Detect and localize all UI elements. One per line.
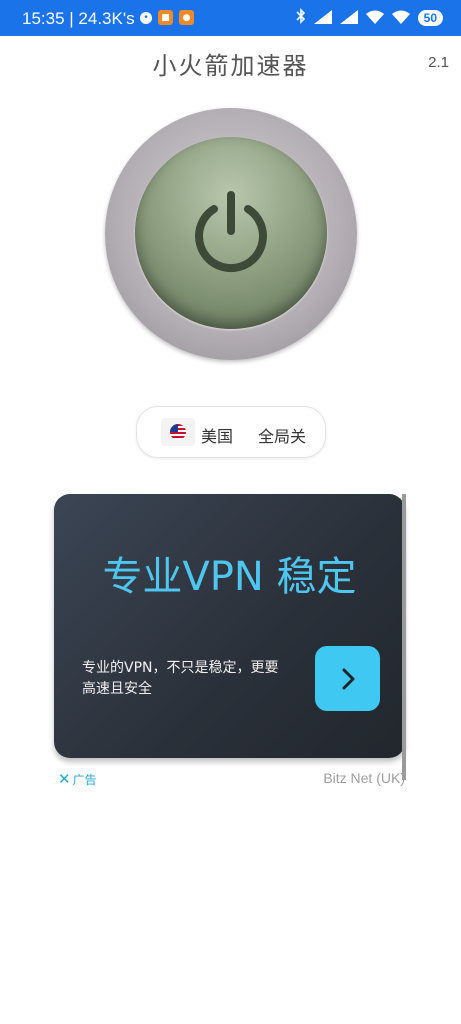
notification-icons: • ■ ●: [140, 10, 194, 25]
version-label: 2.1: [428, 54, 449, 71]
power-button-face[interactable]: [135, 137, 327, 329]
app-icon-2: ●: [179, 10, 194, 25]
battery-icon: 50: [417, 10, 443, 26]
ad-banner[interactable]: 专业VPN 稳定 专业的VPN，不只是稳定，更要高速且安全: [54, 494, 405, 758]
ad-label[interactable]: ✕ 广告: [58, 770, 97, 788]
ad-advertiser: Bitz Net (UK): [323, 770, 405, 786]
wifi-icon: [365, 9, 384, 28]
signal-hd-icon: [313, 9, 332, 28]
face-icon: •: [140, 12, 152, 24]
ad-tag: 广告: [72, 772, 97, 787]
app-title: 小火箭加速器: [152, 52, 309, 80]
bluetooth-icon: [296, 8, 306, 28]
ad-cta-button[interactable]: [315, 646, 380, 711]
connect-power-button[interactable]: [105, 108, 357, 360]
status-bar: 15:35 | 24.3K's • ■ ● 50: [0, 0, 461, 36]
wifi-icon: [391, 9, 410, 28]
ad-body-text: 专业的VPN，不只是稳定，更要高速且安全: [82, 660, 279, 697]
chevron-right-icon: [342, 668, 354, 689]
region-country: 美国: [201, 427, 234, 446]
proxy-mode-toggle[interactable]: 全局关: [258, 423, 306, 447]
power-icon: [195, 191, 267, 273]
ad-headline: 专业VPN 稳定: [102, 554, 357, 600]
status-time: 15:35 | 24.3K's: [22, 9, 135, 28]
close-icon[interactable]: ✕: [58, 770, 71, 788]
signal-hd-icon: [339, 9, 358, 28]
region-selector[interactable]: 美国 全局关: [136, 406, 326, 458]
flag-container: [161, 418, 195, 446]
app-icon-1: ■: [158, 10, 173, 25]
us-flag-icon: [170, 424, 186, 440]
system-icons: 50: [296, 8, 443, 28]
ad-scrollbar: [402, 494, 406, 780]
